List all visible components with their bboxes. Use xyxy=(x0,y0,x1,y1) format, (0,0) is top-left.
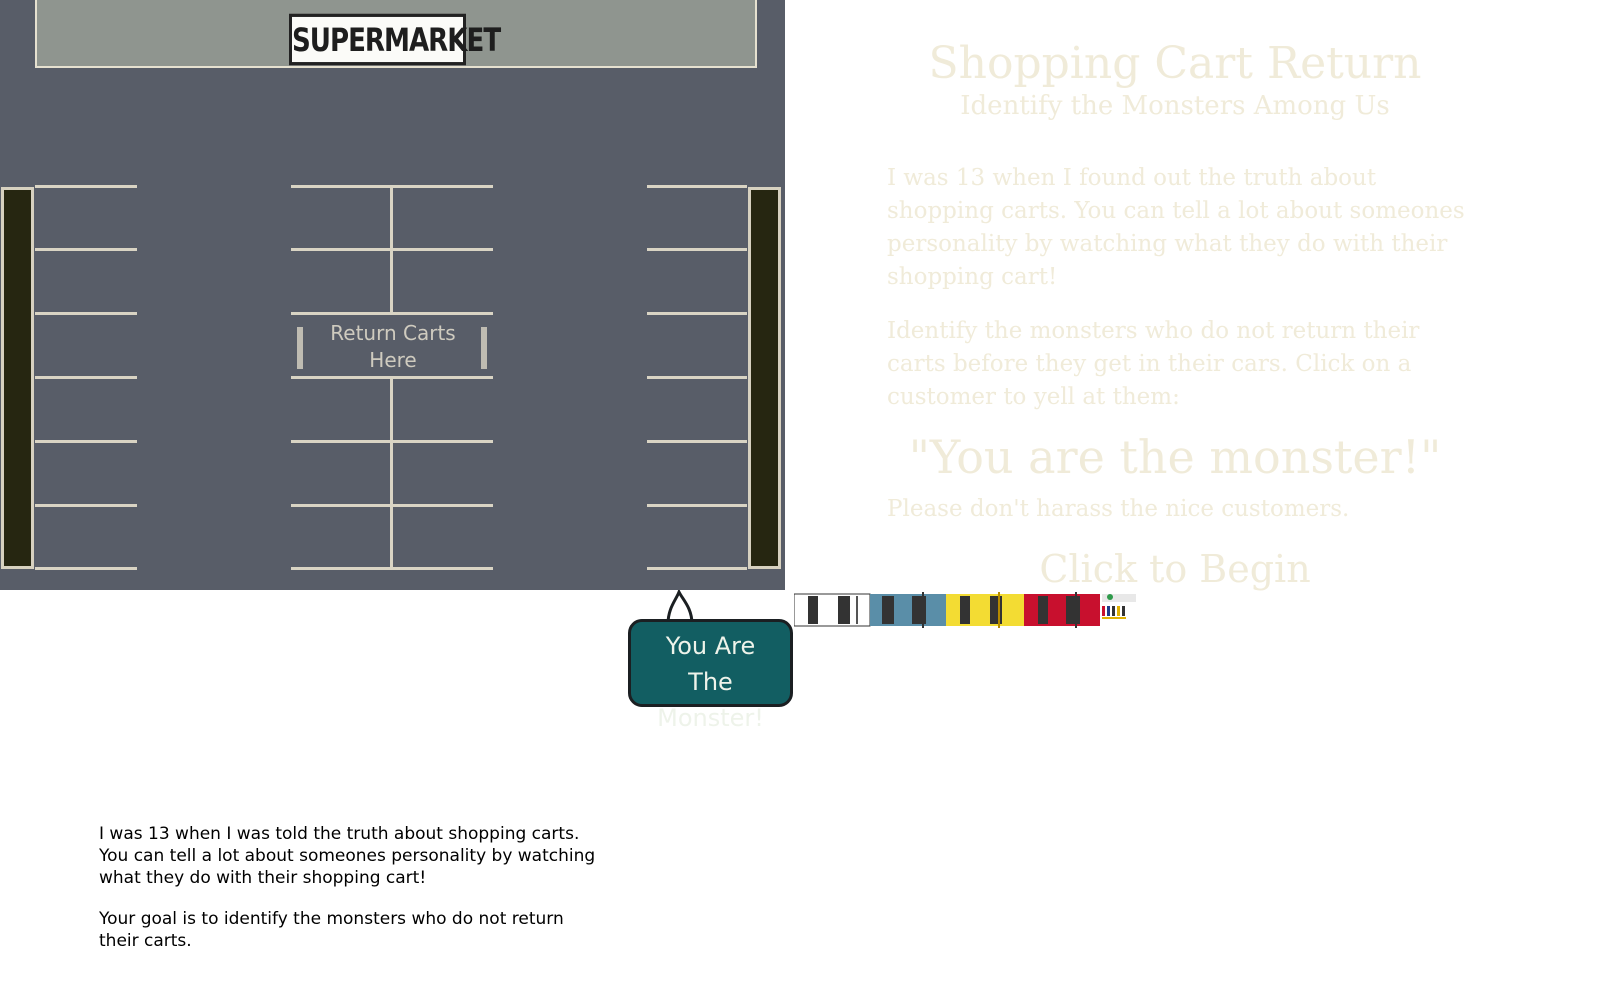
monster-quote: "You are the monster!" xyxy=(908,430,1442,484)
stall-line xyxy=(647,504,747,507)
bubble-line1: You Are xyxy=(665,632,756,660)
stall-line xyxy=(647,185,747,188)
stall-line xyxy=(647,312,747,315)
stall-line xyxy=(35,440,137,443)
corral-label: Return Carts Here xyxy=(297,320,489,374)
stall-line xyxy=(35,312,137,315)
car-sprite-strip xyxy=(794,592,1136,628)
stall-line xyxy=(35,185,137,188)
intro-paragraph-2: Identify the monsters who do not return … xyxy=(887,318,1420,410)
cart-return-corral: Return Carts Here xyxy=(297,320,489,376)
instructions-line-2: You can tell a lot about someones person… xyxy=(99,846,596,866)
stall-line xyxy=(647,248,747,251)
parking-lot[interactable]: SUPERMARKET Return Carts Here xyxy=(0,0,785,590)
stall-line xyxy=(35,567,137,570)
center-divider xyxy=(390,185,393,315)
instructions-paragraph-2: Your goal is to identify the monsters wh… xyxy=(99,908,639,952)
stall-line xyxy=(35,248,137,251)
customer-sprites xyxy=(1102,594,1136,619)
stall-line xyxy=(647,567,747,570)
bubble-line2: The Monster! xyxy=(657,668,764,732)
instructions-line-3: what they do with their shopping cart! xyxy=(99,868,427,888)
car-sprites-red xyxy=(1024,592,1100,628)
instructions-line-1: I was 13 when I was told the truth about… xyxy=(99,824,580,844)
instructions-paragraph-1: I was 13 when I was told the truth about… xyxy=(99,823,639,889)
stall-line xyxy=(35,504,137,507)
harass-note: Please don't harass the nice customers. xyxy=(887,496,1350,522)
click-to-begin-button[interactable]: Click to Begin xyxy=(870,547,1480,591)
corral-label-line2: Here xyxy=(369,348,417,372)
hedge-right xyxy=(748,187,781,569)
game-title: Shopping Cart Return xyxy=(928,38,1422,89)
supermarket-building: SUPERMARKET xyxy=(35,0,757,68)
car-sprites-yellow xyxy=(946,592,1024,628)
hedge-left xyxy=(1,187,34,569)
you-are-the-monster-bubble[interactable]: You Are The Monster! xyxy=(628,619,793,732)
intro-paragraph-1: I was 13 when I found out the truth abou… xyxy=(887,165,1465,290)
corral-label-line1: Return Carts xyxy=(330,321,456,345)
instructions: I was 13 when I was told the truth about… xyxy=(99,823,639,952)
center-divider xyxy=(390,376,393,570)
goal-line-1: Your goal is to identify the monsters wh… xyxy=(99,909,564,929)
car-sprites-blue xyxy=(870,592,946,628)
title-screen[interactable]: Shopping Cart Return Identify the Monste… xyxy=(870,30,1480,591)
stall-line xyxy=(647,440,747,443)
stall-line xyxy=(35,376,137,379)
game-subtitle: Identify the Monsters Among Us xyxy=(960,91,1390,121)
goal-line-2: their carts. xyxy=(99,931,192,951)
supermarket-sign: SUPERMARKET xyxy=(289,13,501,66)
car-sprites-white xyxy=(794,593,871,627)
stall-line xyxy=(647,376,747,379)
